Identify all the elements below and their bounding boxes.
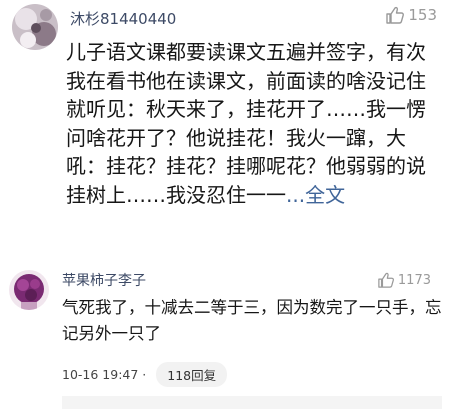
comment-text: 儿子语文课都要读课文五遍并签字，有次我在看书他在读课文，前面读的啥没记住就听见：… bbox=[66, 38, 444, 210]
flower-avatar-icon bbox=[12, 4, 58, 50]
thumbs-up-icon bbox=[378, 272, 394, 288]
avatar[interactable] bbox=[9, 270, 49, 310]
replies-preview[interactable] bbox=[62, 396, 442, 409]
comment-2: 苹果柿子李子 1173 气死我了，十减去二等于三，因为数完了一只手，忘记另外一只… bbox=[0, 262, 455, 409]
full-text-link[interactable]: ...全文 bbox=[286, 183, 345, 207]
comment-text: 气死我了，十减去二等于三，因为数完了一只手，忘记另外一只了 bbox=[62, 298, 442, 343]
username[interactable]: 苹果柿子李子 bbox=[62, 270, 146, 290]
like-count: 153 bbox=[408, 6, 437, 24]
fruit-avatar-icon bbox=[9, 270, 49, 310]
comment-body: 儿子语文课都要读课文五遍并签字，有次我在看书他在读课文，前面读的啥没记住就听见：… bbox=[66, 40, 426, 207]
avatar[interactable] bbox=[12, 4, 58, 50]
reply-button[interactable]: 118回复 bbox=[156, 362, 228, 387]
like-button[interactable]: 153 bbox=[385, 6, 437, 24]
thumbs-up-icon bbox=[386, 6, 405, 24]
comment-meta: 10-16 19:47 · 118回复 bbox=[62, 362, 228, 387]
username[interactable]: 沐杉81440440 bbox=[70, 8, 176, 29]
like-count: 1173 bbox=[397, 272, 431, 288]
comment-1: 沐杉81440440 153 儿子语文课都要读课文五遍并签字，有次我在看书他在读… bbox=[0, 0, 455, 258]
timestamp: 10-16 19:47 · bbox=[62, 367, 147, 382]
like-button[interactable]: 1173 bbox=[377, 272, 431, 288]
